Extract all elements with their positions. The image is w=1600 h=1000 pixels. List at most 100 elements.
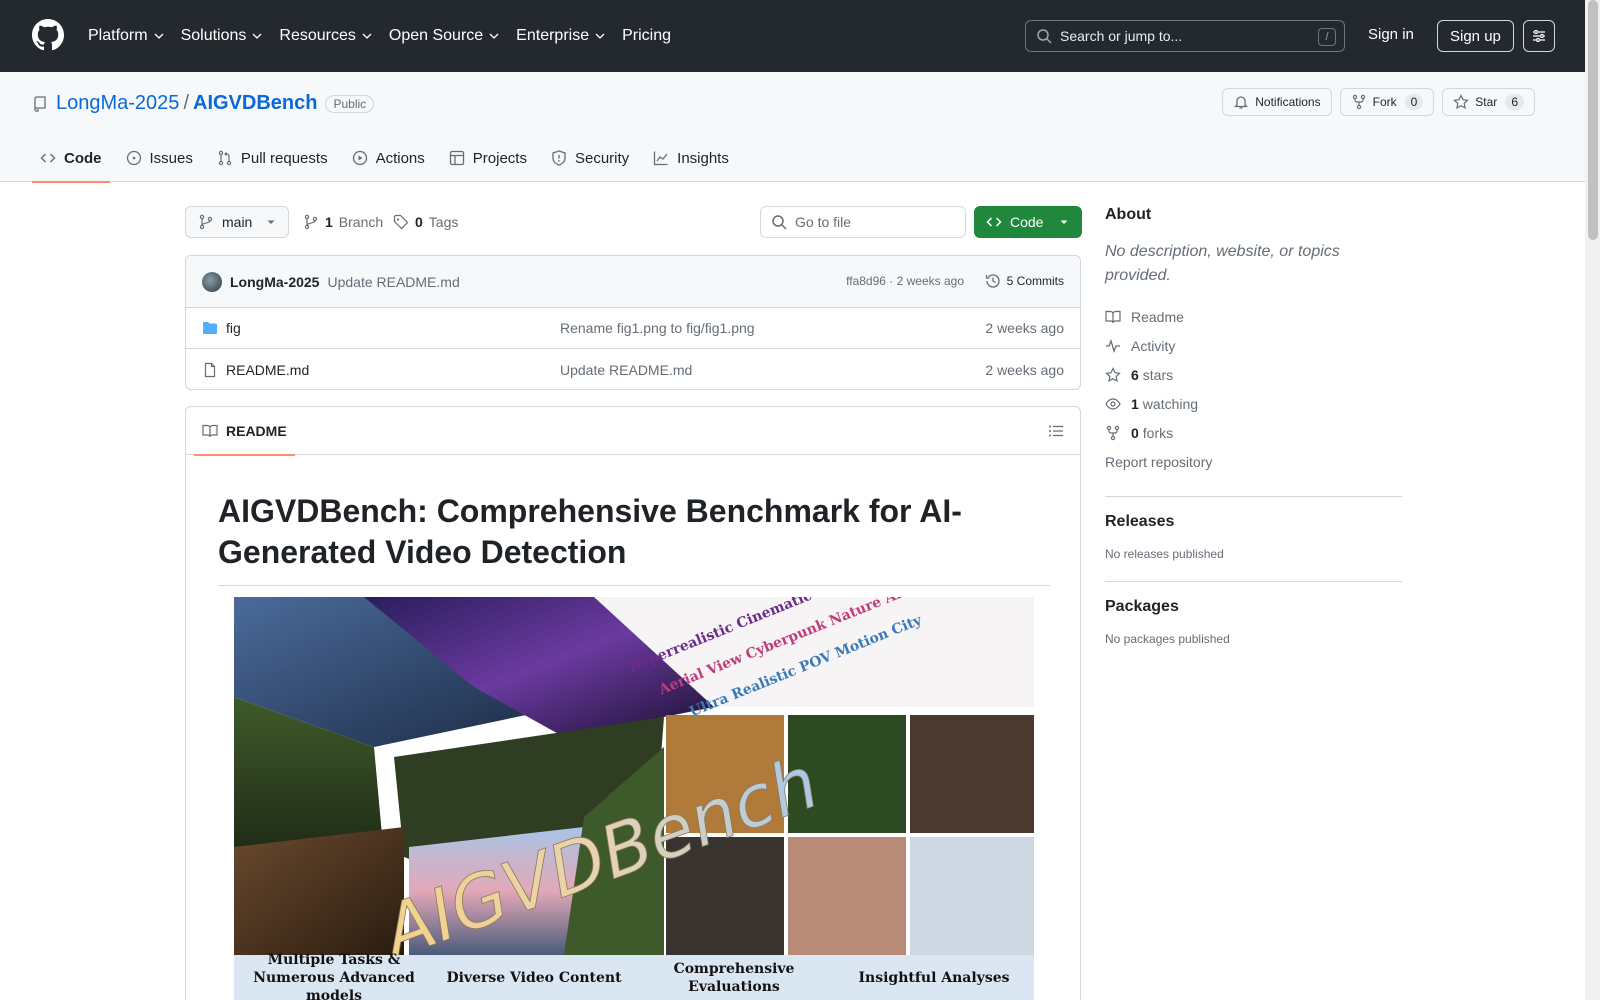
settings-menu-button[interactable]	[1523, 20, 1555, 52]
commits-link[interactable]: 5 Commits	[985, 273, 1064, 289]
readme-title: AIGVDBench: Comprehensive Benchmark for …	[218, 491, 1050, 586]
repo-owner-link[interactable]: LongMa-2025	[56, 92, 179, 115]
eye-icon	[1105, 397, 1121, 410]
file-commit-message[interactable]: Update README.md	[560, 362, 692, 378]
hero-caption: Diverse Video Content	[446, 970, 622, 986]
book-icon	[202, 424, 218, 438]
go-to-file-input[interactable]: Go to file	[760, 206, 966, 238]
nav-pricing[interactable]: Pricing	[622, 27, 680, 45]
tag-icon	[393, 214, 409, 230]
github-logo-icon[interactable]	[32, 19, 64, 51]
tab-issues[interactable]: Issues	[118, 134, 201, 182]
avatar[interactable]	[202, 271, 222, 292]
nav-platform[interactable]: Platform	[88, 27, 173, 45]
search-placeholder: Search or jump to...	[1060, 28, 1183, 44]
nav-enterprise[interactable]: Enterprise	[516, 27, 614, 45]
packages-title[interactable]: Packages	[1105, 598, 1402, 616]
top-navigation: Platform Solutions Resources Open Source…	[88, 0, 688, 72]
releases-title[interactable]: Releases	[1105, 513, 1402, 531]
git-branch-icon	[304, 214, 318, 230]
tab-code[interactable]: Code	[32, 134, 110, 183]
search-icon	[772, 215, 787, 230]
page-scrollbar[interactable]	[1585, 0, 1600, 1000]
nav-open-source[interactable]: Open Source	[389, 27, 508, 45]
nav-resources-label: Resources	[279, 27, 356, 44]
sign-in-link[interactable]: Sign in	[1368, 26, 1414, 43]
repo-name-link[interactable]: AIGVDBench	[193, 92, 317, 115]
shield-icon	[552, 150, 566, 166]
star-icon	[1453, 94, 1470, 110]
star-icon	[1105, 366, 1121, 382]
watching-link[interactable]: 1 watching	[1105, 389, 1402, 418]
forks-count: 0	[1131, 424, 1139, 441]
readme-hero-image: Hyperrealistic Cinematic Minimalist City…	[234, 597, 1034, 1000]
stars-link[interactable]: 6 stars	[1105, 360, 1402, 389]
tab-code-label: Code	[64, 149, 102, 167]
issue-opened-icon	[126, 150, 141, 166]
tags-link[interactable]: 0 Tags	[393, 214, 458, 230]
repo-path-separator: /	[183, 92, 189, 114]
notifications-button[interactable]: Notifications	[1222, 88, 1332, 116]
bell-icon	[1234, 96, 1249, 109]
branch-name: main	[222, 214, 253, 230]
tab-pull-requests[interactable]: Pull requests	[209, 134, 336, 182]
tab-security-label: Security	[574, 149, 630, 167]
branches-link[interactable]: 1 Branch	[303, 214, 383, 230]
tab-actions[interactable]: Actions	[344, 134, 433, 182]
readme-tab-label: README	[226, 423, 287, 439]
branch-label: Branch	[338, 214, 384, 230]
commit-count: 5 Commits	[1006, 274, 1064, 288]
readme-tab[interactable]: README	[194, 407, 295, 456]
divider	[1105, 496, 1402, 497]
repo-actions: Notifications Fork 0 Star 6	[1222, 88, 1535, 116]
go-to-file-placeholder: Go to file	[795, 214, 852, 230]
divider	[1105, 581, 1402, 582]
repo-icon	[34, 95, 46, 112]
activity-link-label: Activity	[1131, 337, 1176, 354]
stars-label: stars	[1142, 366, 1174, 383]
star-label: Star	[1475, 95, 1498, 109]
readme-link[interactable]: Readme	[1105, 302, 1402, 331]
tag-count: 0	[415, 214, 423, 230]
nav-resources[interactable]: Resources	[279, 27, 380, 45]
global-header: Platform Solutions Resources Open Source…	[0, 0, 1585, 72]
tab-insights[interactable]: Insights	[645, 134, 737, 182]
nav-pricing-label: Pricing	[622, 27, 671, 44]
file-row[interactable]: README.md Update README.md 2 weeks ago	[186, 349, 1080, 389]
search-shortcut-key: /	[1318, 28, 1336, 46]
branch-selector[interactable]: main	[185, 206, 290, 238]
sign-up-button[interactable]: Sign up	[1437, 20, 1514, 52]
list-unordered-icon[interactable]	[1048, 423, 1064, 439]
caret-down-icon	[267, 220, 275, 224]
file-list: LongMa-2025 Update README.md ffa8d96 · 2…	[185, 255, 1081, 390]
about-description: No description, website, or topics provi…	[1105, 243, 1340, 284]
global-search-input[interactable]: Search or jump to... /	[1025, 20, 1345, 52]
file-commit-message[interactable]: Rename fig1.png to fig/fig1.png	[560, 320, 755, 336]
visibility-badge: Public	[325, 94, 375, 113]
forks-link[interactable]: 0 forks	[1105, 418, 1402, 447]
commit-message[interactable]: Update README.md	[327, 274, 459, 290]
code-dropdown-button[interactable]: Code	[974, 206, 1082, 238]
file-name[interactable]: README.md	[226, 362, 309, 378]
file-name[interactable]: fig	[226, 320, 241, 336]
stars-count: 6	[1131, 366, 1139, 383]
activity-link[interactable]: Activity	[1105, 331, 1402, 360]
nav-solutions[interactable]: Solutions	[181, 27, 272, 45]
book-icon	[1105, 310, 1121, 323]
latest-commit: LongMa-2025 Update README.md ffa8d96 · 2…	[186, 256, 1080, 308]
readme-header: README	[186, 407, 1080, 456]
commit-author[interactable]: LongMa-2025	[230, 274, 319, 290]
file-row[interactable]: fig Rename fig1.png to fig/fig1.png 2 we…	[186, 308, 1080, 349]
tab-security[interactable]: Security	[543, 134, 637, 182]
scrollbar-thumb[interactable]	[1588, 0, 1598, 240]
hero-caption: Comprehensive Evaluations	[673, 961, 795, 995]
tab-projects[interactable]: Projects	[441, 134, 535, 182]
fork-icon	[1106, 425, 1120, 440]
star-button[interactable]: Star 6	[1442, 88, 1535, 116]
branch-count: 1	[325, 214, 333, 230]
report-repository-link[interactable]: Report repository	[1105, 447, 1402, 476]
fork-button[interactable]: Fork 0	[1339, 88, 1435, 116]
play-icon	[352, 150, 367, 166]
history-icon	[985, 274, 1000, 288]
chevron-down-icon	[362, 33, 372, 39]
